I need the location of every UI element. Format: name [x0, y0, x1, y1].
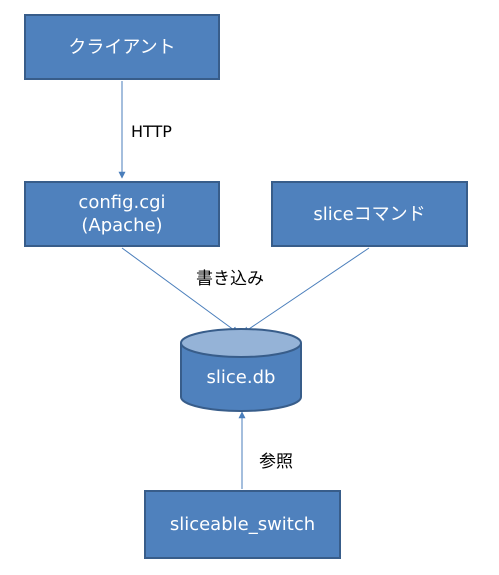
- database-label: slice.db: [206, 367, 276, 388]
- edge-label-http: HTTP: [131, 122, 172, 141]
- database-top: [180, 328, 302, 358]
- sliceable-switch-label: sliceable_switch: [169, 514, 316, 535]
- edge-label-write: 書き込み: [196, 269, 264, 289]
- slice-command-label: sliceコマンド: [313, 203, 426, 225]
- sliceable-switch-node: sliceable_switch: [144, 490, 341, 559]
- client-node: クライアント: [24, 14, 220, 80]
- edge-slicecmd-to-db: [242, 247, 370, 334]
- edge-config-to-db: [121, 247, 239, 334]
- client-label: クライアント: [68, 36, 176, 58]
- slice-command-node: sliceコマンド: [271, 181, 468, 247]
- config-cgi-node: config.cgi (Apache): [24, 181, 220, 247]
- edge-label-reference: 参照: [259, 452, 293, 472]
- config-cgi-label: config.cgi (Apache): [78, 192, 166, 236]
